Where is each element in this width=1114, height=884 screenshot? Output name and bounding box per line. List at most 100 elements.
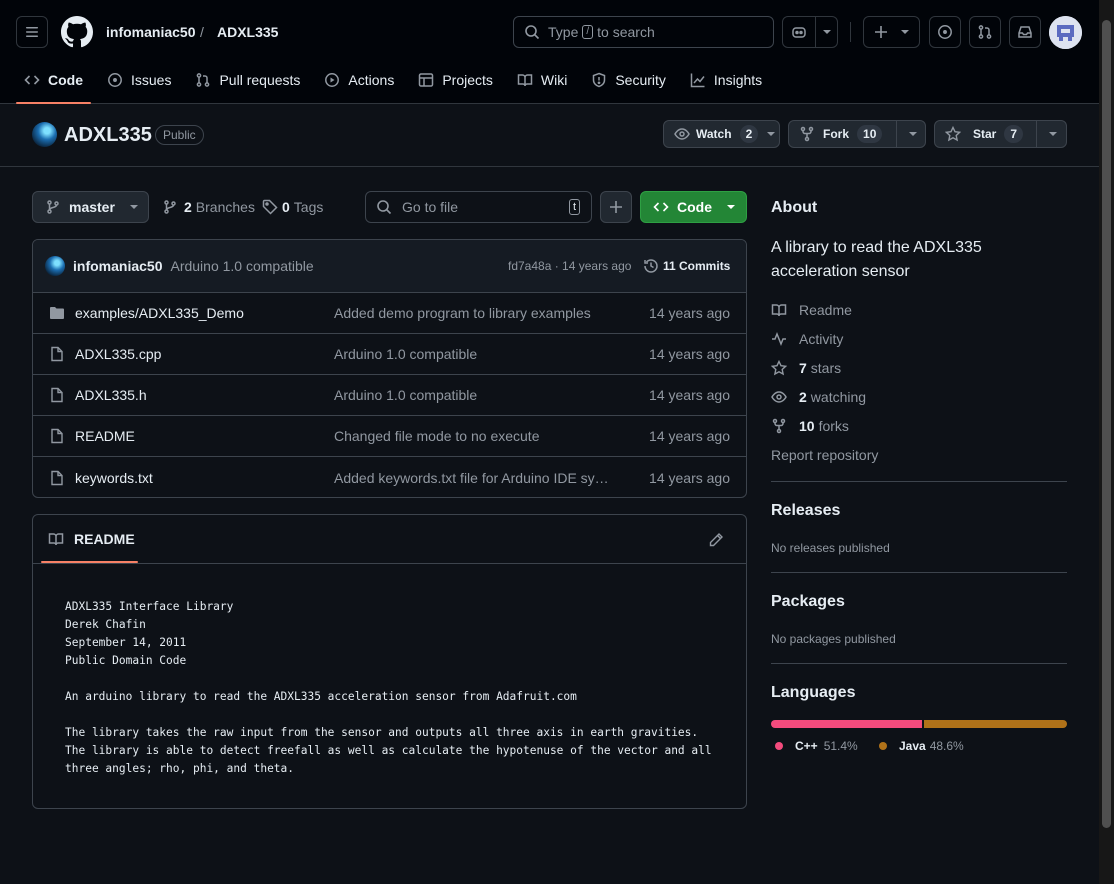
chevron-down-icon[interactable] xyxy=(1048,129,1058,139)
file-name[interactable]: keywords.txt xyxy=(75,470,153,486)
search-input[interactable]: Type / to search xyxy=(513,16,774,48)
file-name[interactable]: ADXL335.cpp xyxy=(75,346,161,362)
activity-link-label: Activity xyxy=(799,331,844,347)
latest-commit-bar: infomaniac50 Arduino 1.0 compatible fd7a… xyxy=(33,240,746,293)
language-bar-segment-cpp xyxy=(771,720,923,728)
pull-requests-button[interactable] xyxy=(969,16,1001,48)
inbox-button[interactable] xyxy=(1009,16,1041,48)
star-icon xyxy=(945,126,961,142)
star-button[interactable]: Star 7 xyxy=(934,120,1067,148)
file-commit-message[interactable]: Changed file mode to no execute xyxy=(334,428,609,444)
releases-text: No releases published xyxy=(771,541,890,555)
repo-tabs: Code Issues Pull requests Actions Projec… xyxy=(16,64,778,104)
file-row[interactable]: ADXL335.h Arduino 1.0 compatible 14 year… xyxy=(33,375,746,416)
repo-owner-avatar[interactable] xyxy=(32,122,57,147)
issue-icon xyxy=(108,73,122,87)
about-heading: About xyxy=(771,199,818,216)
create-new-button[interactable] xyxy=(863,16,920,48)
file-commit-message[interactable]: Added demo program to library examples xyxy=(334,305,609,321)
watch-button[interactable]: Watch 2 xyxy=(663,120,780,148)
repo-link[interactable]: ADXL335 xyxy=(217,24,278,40)
issues-button[interactable] xyxy=(929,16,961,48)
owner-link[interactable]: infomaniac50 xyxy=(106,24,195,40)
readme-link[interactable]: Readme xyxy=(771,302,852,318)
commit-message[interactable]: Arduino 1.0 compatible xyxy=(170,258,313,274)
inbox-icon xyxy=(1018,26,1032,38)
issue-icon xyxy=(938,25,952,39)
file-row[interactable]: keywords.txt Added keywords.txt file for… xyxy=(33,457,746,497)
star-divider xyxy=(1036,121,1037,147)
pencil-icon[interactable] xyxy=(708,532,724,548)
commit-author[interactable]: infomaniac50 xyxy=(73,258,162,274)
file-name[interactable]: README xyxy=(75,428,135,444)
history-icon xyxy=(644,259,658,273)
stars-link[interactable]: 7 stars xyxy=(771,360,841,376)
file-commit-message[interactable]: Arduino 1.0 compatible xyxy=(334,346,609,362)
book-icon xyxy=(771,304,787,317)
file-row[interactable]: ADXL335.cpp Arduino 1.0 compatible 14 ye… xyxy=(33,334,746,375)
file-row[interactable]: examples/ADXL335_Demo Added demo program… xyxy=(33,293,746,334)
file-commit-message[interactable]: Added keywords.txt file for Arduino IDE … xyxy=(334,470,609,486)
tab-issues[interactable]: Issues xyxy=(99,64,179,96)
watching-link[interactable]: 2 watching xyxy=(771,389,866,405)
tab-wiki[interactable]: Wiki xyxy=(509,64,575,96)
file-row[interactable]: README Changed file mode to no execute 1… xyxy=(33,416,746,457)
tab-pull-requests[interactable]: Pull requests xyxy=(187,64,308,96)
search-suffix: to search xyxy=(597,24,655,40)
search-shortcut-key: / xyxy=(582,25,594,39)
github-logo-icon[interactable] xyxy=(61,16,93,48)
user-avatar[interactable] xyxy=(1049,16,1082,49)
forks-count: 10 xyxy=(799,418,815,434)
search-prefix: Type xyxy=(548,24,579,40)
tab-security[interactable]: Security xyxy=(583,64,674,96)
releases-heading[interactable]: Releases xyxy=(771,502,1067,520)
commit-author-avatar[interactable] xyxy=(45,256,65,276)
add-file-button[interactable] xyxy=(600,191,632,223)
fork-label: Fork xyxy=(823,127,850,141)
file-name[interactable]: examples/ADXL335_Demo xyxy=(75,305,244,321)
tab-code[interactable]: Code xyxy=(16,64,91,104)
readme-panel: README ADXL335 Interface Library Derek C… xyxy=(32,514,747,809)
file-name[interactable]: ADXL335.h xyxy=(75,387,147,403)
folder-icon xyxy=(50,307,64,319)
language-item-cpp[interactable]: C++ 51.4% xyxy=(775,739,858,753)
avatar-image-icon xyxy=(1049,16,1082,49)
language-item-java[interactable]: Java 48.6% xyxy=(879,739,964,753)
file-commit-message[interactable]: Arduino 1.0 compatible xyxy=(334,387,609,403)
pull-request-icon xyxy=(197,73,210,87)
language-bar xyxy=(771,720,1067,728)
repo-title[interactable]: ADXL335 xyxy=(64,124,152,147)
chevron-down-icon xyxy=(767,132,776,136)
commit-hash-time[interactable]: fd7a48a · 14 years ago xyxy=(508,259,631,273)
pull-request-icon xyxy=(978,25,992,39)
branch-name: master xyxy=(69,199,115,215)
watch-label: Watch xyxy=(696,127,732,141)
branch-select[interactable]: master xyxy=(32,191,149,223)
menu-button[interactable] xyxy=(16,16,48,48)
go-to-file-input[interactable]: Go to file t xyxy=(365,191,592,223)
packages-heading[interactable]: Packages xyxy=(771,593,1067,611)
chevron-down-icon[interactable] xyxy=(908,129,918,139)
code-button[interactable]: Code xyxy=(640,191,747,223)
activity-link[interactable]: Activity xyxy=(771,331,843,347)
code-icon xyxy=(653,202,669,212)
tab-insights[interactable]: Insights xyxy=(682,64,770,96)
copilot-button[interactable] xyxy=(782,16,838,48)
fork-button[interactable]: Fork 10 xyxy=(788,120,926,148)
file-age: 14 years ago xyxy=(649,469,730,486)
branches-link[interactable]: 2 Branches xyxy=(162,199,255,215)
commits-link[interactable]: 11 Commits xyxy=(643,258,730,274)
branch-icon xyxy=(47,200,59,214)
sidebar-divider xyxy=(771,572,1067,573)
readme-tab[interactable]: README xyxy=(48,531,135,547)
header-divider xyxy=(850,22,851,42)
tab-actions[interactable]: Actions xyxy=(316,64,402,96)
forks-link[interactable]: 10 forks xyxy=(771,418,849,434)
chevron-down-icon[interactable] xyxy=(822,27,832,37)
eye-icon xyxy=(674,128,690,140)
tags-link[interactable]: 0 Tags xyxy=(262,199,323,215)
scrollbar-thumb[interactable] xyxy=(1102,20,1111,828)
fork-count: 10 xyxy=(857,125,883,143)
tab-projects[interactable]: Projects xyxy=(410,64,501,96)
report-repository-link[interactable]: Report repository xyxy=(771,447,878,463)
